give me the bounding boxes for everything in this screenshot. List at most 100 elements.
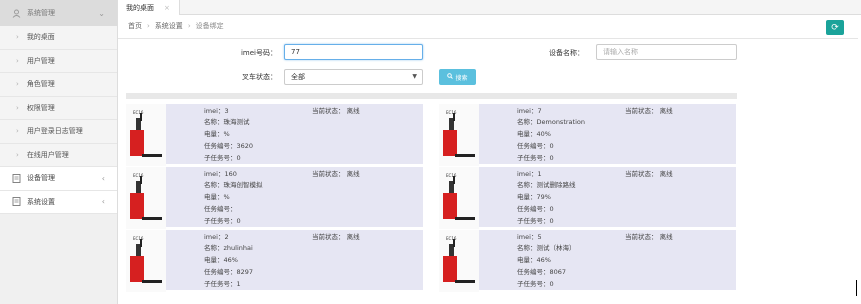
device-task: 任务编号：3620: [204, 142, 254, 150]
breadcrumb-current: 设备绑定: [195, 22, 224, 30]
chevron-left-icon: ‹: [101, 197, 105, 207]
sidebar: 系统管理 ⌄ › 我的桌面 › 用户管理 › 角色管理 › 权限管理 › 用户登录日志管理…: [0, 0, 118, 304]
sidebar-item-label: 用户登录日志管理: [26, 127, 83, 136]
device-imei: imei：3: [204, 107, 229, 115]
tab-bar: 我的桌面 ×: [118, 0, 861, 15]
sidebar-item-label: 在线用户管理: [26, 150, 69, 159]
forklift-image: EC16: [439, 230, 479, 292]
breadcrumb: 首页 › 系统设置 › 设备绑定: [128, 20, 224, 32]
close-icon[interactable]: ×: [164, 4, 170, 12]
status-select-value: 全部: [291, 73, 305, 81]
device-imei: imei：7: [517, 107, 542, 115]
status-select[interactable]: 全部 ▼: [284, 69, 423, 85]
device-task: 任务编号：8297: [204, 268, 254, 276]
device-task: 任务编号：0: [517, 205, 554, 213]
device-subtask: 子任务号：0: [517, 154, 554, 162]
sidebar-item-label: 权限管理: [26, 103, 55, 112]
forklift-image: EC16: [439, 104, 479, 166]
sidebar-item-label: 我的桌面: [26, 33, 55, 42]
chevron-right-icon: ›: [16, 127, 19, 136]
device-status: 当前状态： 离线: [625, 107, 673, 115]
device-battery: 电量：%: [204, 130, 230, 138]
sidebar-group-label: 系统设置: [27, 197, 55, 206]
chevron-down-icon: ⌄: [98, 8, 105, 18]
sidebar-item-login-log[interactable]: › 用户登录日志管理: [0, 120, 117, 144]
breadcrumb-home[interactable]: 首页: [128, 21, 142, 31]
device-imei: imei：5: [517, 233, 542, 241]
imei-input[interactable]: 77: [284, 44, 423, 60]
sidebar-header-label: 系统管理: [27, 9, 55, 17]
sidebar-item-my-desktop[interactable]: › 我的桌面: [0, 26, 117, 50]
document-icon: [12, 173, 21, 183]
chevron-right-icon: ›: [16, 150, 19, 159]
sidebar-header-system-management[interactable]: 系统管理 ⌄: [0, 0, 117, 26]
device-imei: imei：1: [517, 170, 542, 178]
device-name: 名称：珠海测试: [204, 118, 250, 126]
caret-down-icon: ▼: [412, 73, 417, 80]
device-task: 任务编号：0: [517, 142, 554, 150]
user-icon: [12, 9, 21, 18]
device-name: 名称：测试删除路线: [517, 181, 576, 189]
device-subtask: 子任务号：0: [204, 154, 241, 162]
imei-label: imei号码：: [240, 49, 277, 57]
sidebar-item-label: 角色管理: [26, 80, 55, 89]
forklift-image: EC16: [126, 167, 166, 229]
tab-label: 我的桌面: [126, 3, 154, 12]
device-battery: 电量：40%: [517, 130, 551, 138]
forklift-image: EC16: [439, 167, 479, 229]
list-header-strip: [126, 93, 737, 99]
chevron-right-icon: ›: [16, 33, 19, 42]
sidebar-item-label: 用户管理: [26, 56, 55, 65]
device-imei: imei：160: [204, 170, 237, 178]
refresh-icon: ⟳: [831, 22, 839, 33]
device-card[interactable]: EC16 imei：160 当前状态： 离线 名称：珠海创智模拟 电量：% 任务编号： 子任…: [126, 167, 423, 229]
document-icon: [12, 197, 21, 207]
tab-my-desktop[interactable]: 我的桌面 ×: [118, 0, 180, 15]
device-name: 名称：Demonstration: [517, 118, 585, 126]
device-card[interactable]: EC16 imei：1 当前状态： 离线名称：测试删除路线 电量：79% 任务编号：0 子…: [439, 167, 736, 229]
sidebar-group-label: 设备管理: [27, 174, 55, 183]
device-name-label: 设备名称：: [549, 49, 584, 57]
device-subtask: 子任务号：0: [204, 217, 241, 225]
device-status: 当前状态： 离线: [312, 107, 360, 115]
device-card[interactable]: EC16 imei：2 当前状态： 离线 名称：zhulinhai 电量：46% 任务编号…: [126, 230, 423, 292]
forklift-image: EC16: [126, 104, 166, 166]
device-battery: 电量：79%: [517, 193, 551, 201]
status-label: 叉车状态：: [242, 73, 277, 81]
forklift-image: EC16: [126, 230, 166, 292]
chevron-right-icon: ›: [16, 56, 19, 65]
device-name: 名称：zhulinhai: [204, 244, 253, 252]
breadcrumb-separator: ›: [187, 22, 191, 30]
text-cursor: [856, 280, 857, 296]
search-button[interactable]: 搜索: [439, 69, 476, 85]
sidebar-item-device-management[interactable]: 设备管理 ‹: [0, 167, 117, 191]
device-card[interactable]: EC16 imei：7 当前状态： 离线名称：Demonstration 电量：40%…: [439, 104, 736, 166]
refresh-button[interactable]: ⟳: [826, 20, 844, 35]
device-battery: 电量：%: [204, 193, 230, 201]
sidebar-item-permission-management[interactable]: › 权限管理: [0, 96, 117, 120]
sidebar-item-online-users[interactable]: › 在线用户管理: [0, 143, 117, 167]
device-subtask: 子任务号：1: [204, 280, 241, 288]
chevron-right-icon: ›: [16, 80, 19, 89]
device-battery: 电量：46%: [204, 256, 238, 264]
device-subtask: 子任务号：0: [517, 217, 554, 225]
sidebar-item-system-settings[interactable]: 系统设置 ‹: [0, 190, 117, 214]
sidebar-item-user-management[interactable]: › 用户管理: [0, 49, 117, 73]
chevron-left-icon: ‹: [101, 173, 105, 183]
device-name: 名称：珠海创智模拟: [204, 181, 263, 189]
sidebar-item-role-management[interactable]: › 角色管理: [0, 73, 117, 97]
chevron-right-icon: ›: [16, 103, 19, 112]
search-button-label: 搜索: [455, 74, 468, 82]
device-subtask: 子任务号：0: [517, 280, 554, 288]
device-task: 任务编号：8067: [517, 268, 567, 276]
device-task: 任务编号：: [204, 205, 237, 213]
device-status: 当前状态： 离线: [625, 170, 673, 178]
device-name-input[interactable]: 请输入名称: [596, 44, 737, 60]
breadcrumb-section[interactable]: 系统设置: [155, 21, 183, 31]
device-name: 名称：测试（林海）: [517, 244, 576, 252]
device-card[interactable]: EC16 imei：3 当前状态： 离线名称：珠海测试 电量：% 任务编号：3620 子任…: [126, 104, 423, 166]
divider: [118, 38, 858, 39]
device-card[interactable]: EC16 imei：5 当前状态： 离线 名称：测试（林海） 电量：46% 任务编号：80…: [439, 230, 736, 292]
device-imei: imei：2: [204, 233, 229, 241]
search-icon: [447, 73, 454, 81]
